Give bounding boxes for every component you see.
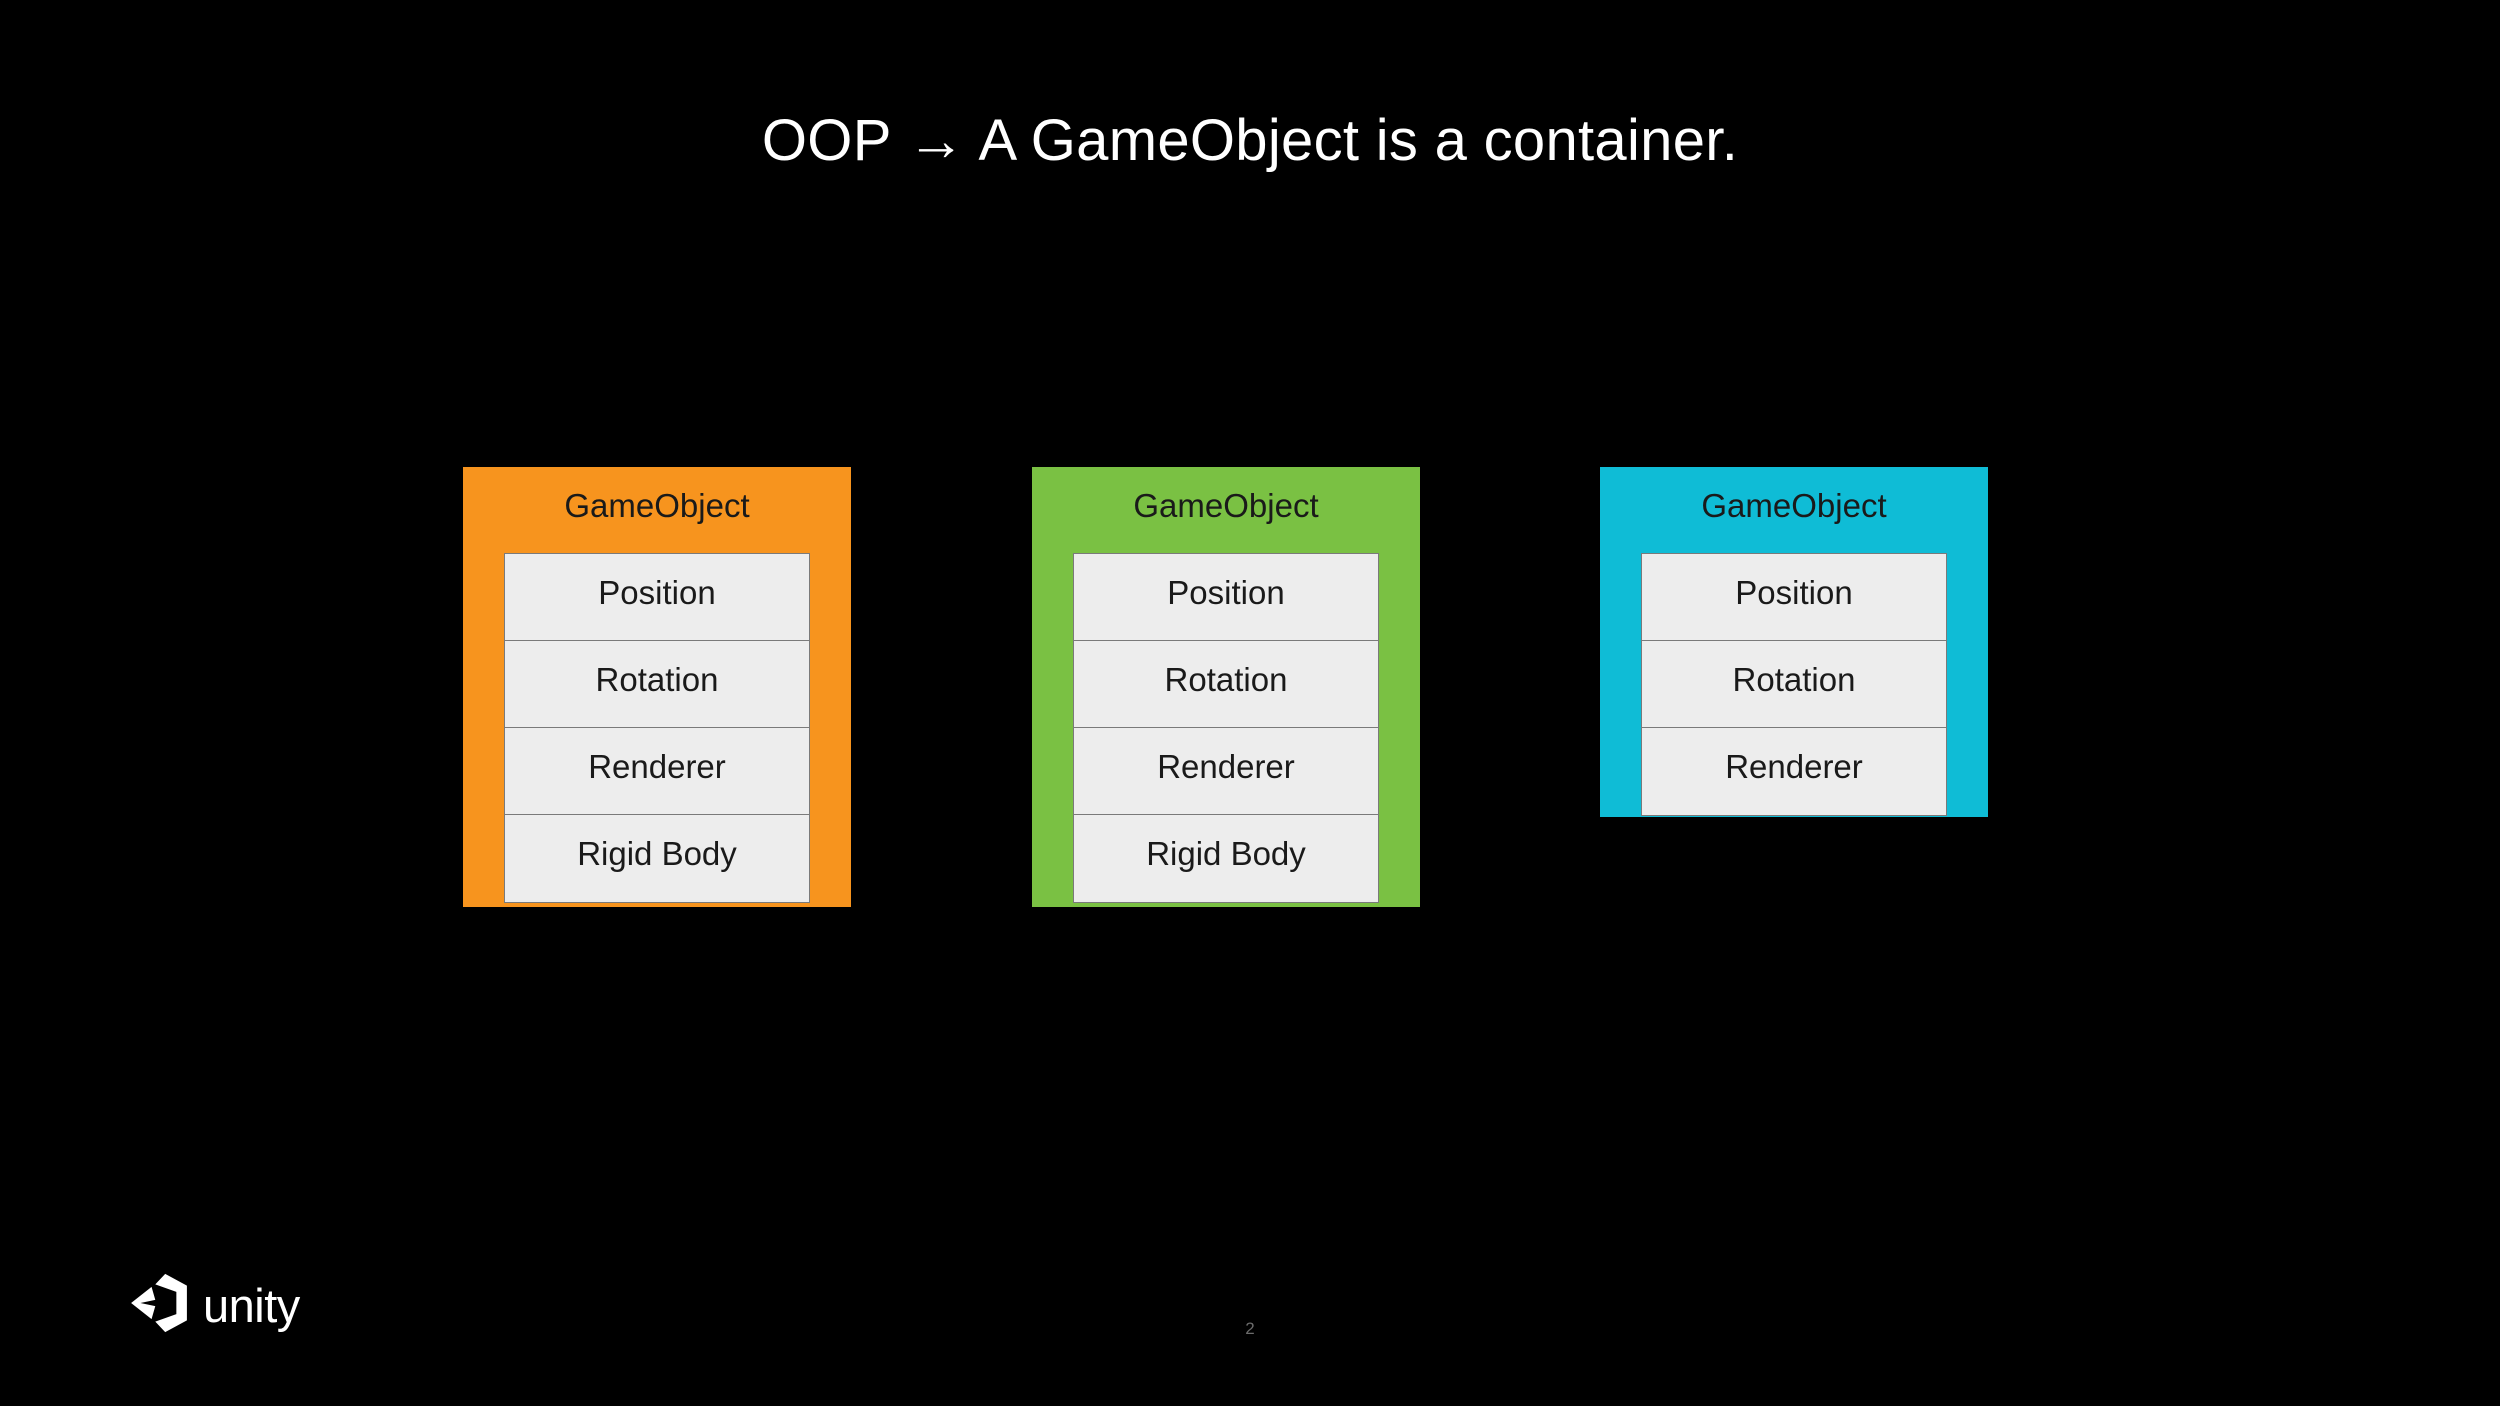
component-row: Renderer [1074,728,1378,815]
gameobject-cards-area: GameObject Position Rotation Renderer Rigid… [0,0,2500,1406]
component-row: Position [1642,554,1946,641]
slide-canvas: OOP → A GameObject is a container. GameO… [0,0,2500,1406]
component-list: Position Rotation Renderer Rigid Body [1073,553,1379,903]
component-row: Rotation [505,641,809,728]
component-row: Position [505,554,809,641]
gameobject-card-header: GameObject [1133,487,1319,524]
page-number: 2 [1245,1319,1255,1338]
component-row: Rigid Body [505,815,809,902]
component-row: Renderer [1642,728,1946,815]
gameobject-card-header: GameObject [564,487,750,524]
component-row: Renderer [505,728,809,815]
gameobject-card: GameObject Position Rotation Renderer [1600,467,1988,817]
gameobject-card-header: GameObject [1701,487,1887,524]
gameobject-card: GameObject Position Rotation Renderer Rigid… [463,467,851,907]
component-list: Position Rotation Renderer Rigid Body [504,553,810,903]
component-row: Position [1074,554,1378,641]
component-row: Rotation [1074,641,1378,728]
component-list: Position Rotation Renderer [1641,553,1947,816]
component-row: Rigid Body [1074,815,1378,902]
gameobject-card: GameObject Position Rotation Renderer Rigid… [1032,467,1420,907]
component-row: Rotation [1642,641,1946,728]
